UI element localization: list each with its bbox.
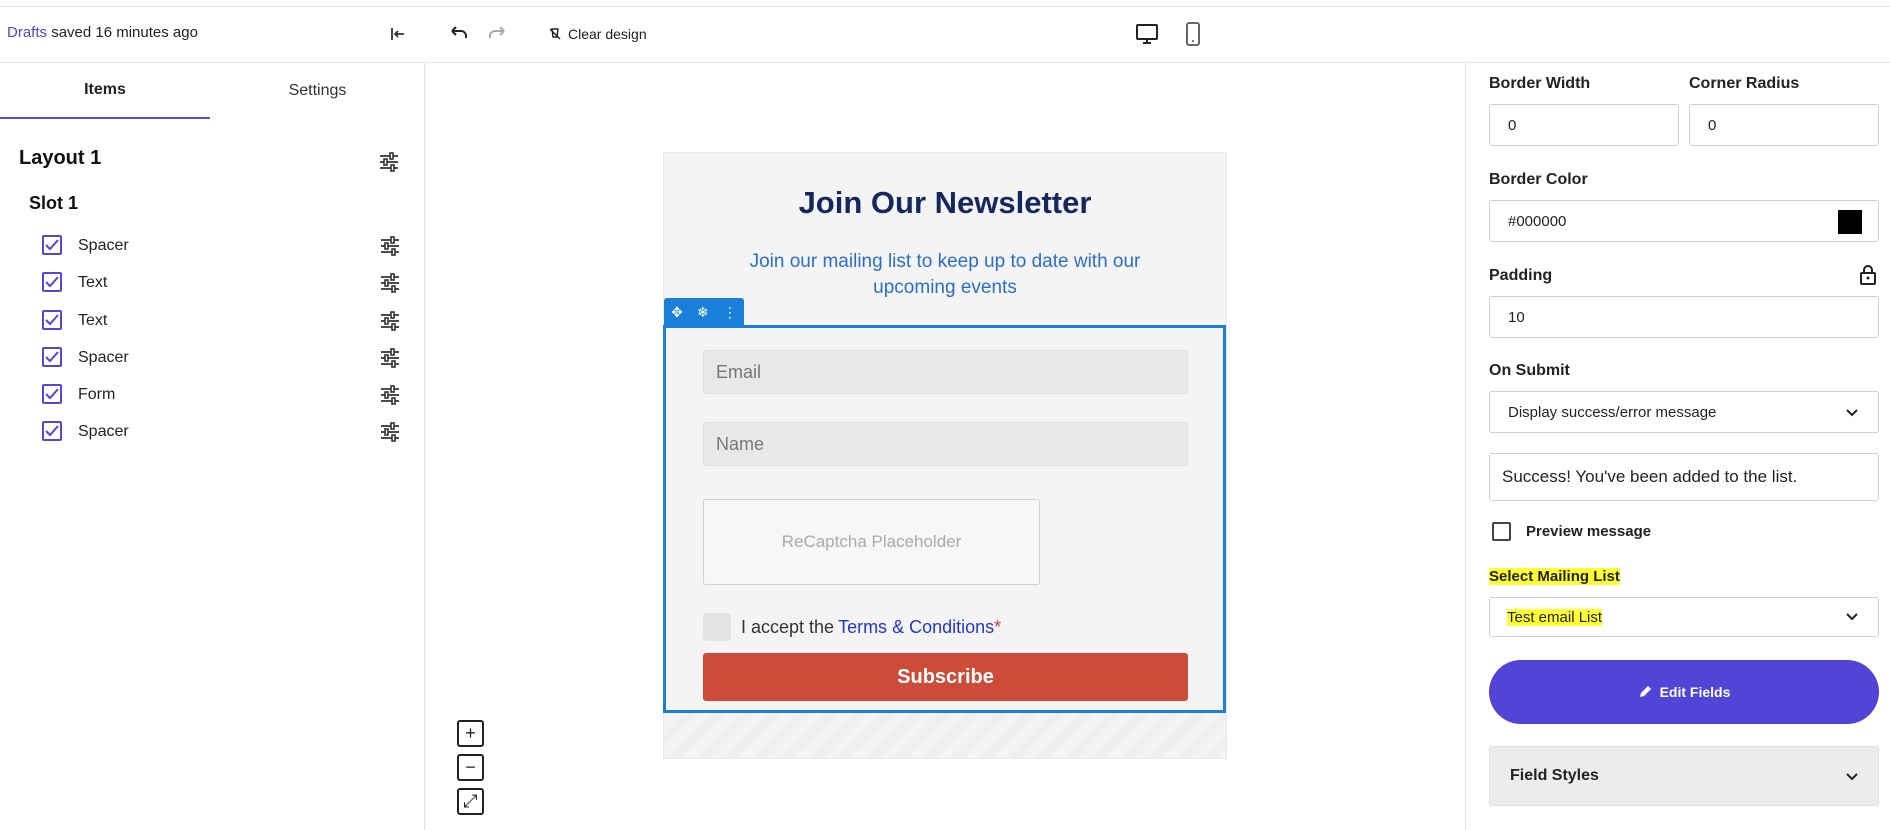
- checkbox-checked[interactable]: [42, 310, 62, 330]
- newsletter-header[interactable]: Join Our Newsletter Join our mailing lis…: [664, 153, 1226, 326]
- clear-design-label: Clear design: [568, 26, 647, 42]
- email-field[interactable]: Email: [703, 350, 1188, 394]
- edit-fields-label: Edit Fields: [1659, 684, 1731, 700]
- list-item[interactable]: Text: [42, 270, 412, 296]
- pencil-icon: [1639, 686, 1651, 697]
- clear-design-button[interactable]: Clear design: [548, 26, 647, 42]
- preview-checkbox[interactable]: [1492, 522, 1511, 541]
- saved-time-text: saved 16 minutes ago: [51, 24, 198, 41]
- corner-radius-label: Corner Radius: [1689, 75, 1800, 92]
- item-label: Text: [78, 274, 108, 291]
- move-icon[interactable]: ✥: [671, 304, 683, 321]
- item-settings-icon[interactable]: [379, 310, 401, 332]
- item-settings-icon[interactable]: [379, 347, 401, 369]
- redo-icon[interactable]: [485, 21, 511, 47]
- item-settings-icon[interactable]: [379, 384, 401, 406]
- sidebar-tabs: Items Settings: [0, 63, 424, 119]
- padding-label: Padding: [1489, 267, 1553, 284]
- mobile-view-icon[interactable]: [1180, 21, 1206, 47]
- on-submit-select[interactable]: Display success/error message: [1489, 391, 1879, 433]
- border-color-value: #000000: [1508, 213, 1567, 230]
- save-status: Drafts saved 16 minutes ago: [7, 24, 198, 41]
- item-settings-icon[interactable]: [379, 272, 401, 294]
- mailing-list-label: Select Mailing List: [1489, 568, 1620, 585]
- success-message-input[interactable]: Success! You've been added to the list.: [1489, 453, 1879, 501]
- list-item[interactable]: Spacer: [42, 419, 412, 445]
- slot-title: Slot 1: [29, 193, 79, 213]
- preview-message-label: Preview message: [1526, 523, 1652, 540]
- zoom-out-button[interactable]: −: [457, 754, 484, 781]
- chevron-down-icon: [1846, 773, 1858, 781]
- clear-design-icon: [549, 28, 561, 40]
- layout-title: Layout 1: [19, 147, 102, 169]
- border-width-label: Border Width: [1489, 75, 1591, 92]
- terms-checkbox[interactable]: [703, 613, 731, 641]
- subscribe-button[interactable]: Subscribe: [703, 653, 1188, 701]
- checkbox-checked[interactable]: [42, 347, 62, 367]
- zoom-in-button[interactable]: +: [457, 720, 484, 747]
- required-marker: *: [994, 616, 1002, 637]
- color-swatch[interactable]: [1838, 210, 1862, 234]
- edit-fields-button[interactable]: Edit Fields: [1489, 660, 1879, 724]
- tab-items[interactable]: Items: [0, 63, 210, 119]
- more-icon[interactable]: ⋮: [723, 304, 737, 321]
- properties-panel: Border Width Corner Radius 0 0 Border Co…: [1465, 63, 1890, 830]
- item-label: Form: [78, 386, 116, 403]
- field-styles-label: Field Styles: [1510, 767, 1599, 784]
- on-submit-value: Display success/error message: [1508, 404, 1717, 421]
- field-styles-accordion[interactable]: Field Styles: [1489, 746, 1879, 806]
- left-sidebar: Items Settings Layout 1 Slot 1 Spacer Te…: [0, 63, 425, 830]
- newsletter-title: Join Our Newsletter: [798, 185, 1092, 220]
- checkbox-checked[interactable]: [42, 421, 62, 441]
- list-item[interactable]: Spacer: [42, 233, 412, 259]
- item-label: Spacer: [78, 349, 129, 366]
- terms-prefix: I accept the: [741, 616, 835, 637]
- on-submit-label: On Submit: [1489, 362, 1570, 379]
- list-item[interactable]: Spacer: [42, 345, 412, 371]
- drafts-link[interactable]: Drafts: [7, 24, 47, 41]
- terms-link[interactable]: Terms & Conditions: [838, 617, 994, 637]
- recaptcha-placeholder: ReCaptcha Placeholder: [703, 499, 1040, 585]
- layout-settings-icon[interactable]: [378, 151, 400, 173]
- fit-screen-button[interactable]: ⤢: [457, 788, 484, 815]
- item-label: Spacer: [78, 423, 129, 440]
- collapse-sidebar-icon[interactable]: [385, 21, 411, 47]
- name-field[interactable]: Name: [703, 422, 1188, 466]
- checkbox-checked[interactable]: [42, 384, 62, 404]
- border-color-label: Border Color: [1489, 171, 1588, 188]
- tab-settings[interactable]: Settings: [210, 63, 425, 119]
- item-label: Spacer: [78, 237, 129, 254]
- chevron-down-icon: [1846, 409, 1858, 417]
- checkbox-checked[interactable]: [42, 235, 62, 255]
- border-width-input[interactable]: 0: [1489, 104, 1679, 146]
- terms-row: I accept the Terms & Conditions*: [703, 613, 1001, 641]
- list-item[interactable]: Text: [42, 308, 412, 334]
- settings-icon[interactable]: ❄: [697, 304, 709, 321]
- item-settings-icon[interactable]: [379, 421, 401, 443]
- padding-input[interactable]: 10: [1489, 296, 1879, 338]
- desktop-view-icon[interactable]: [1134, 21, 1160, 47]
- top-toolbar: Drafts saved 16 minutes ago Clear design: [0, 6, 1890, 63]
- newsletter-subtitle: Join our mailing list to keep up to date…: [749, 251, 1141, 298]
- checkbox-checked[interactable]: [42, 272, 62, 292]
- item-settings-icon[interactable]: [379, 235, 401, 257]
- mailing-list-value: Test email List: [1507, 609, 1603, 626]
- list-item[interactable]: Form: [42, 382, 412, 408]
- block-toolbar: ✥ ❄ ⋮: [664, 298, 744, 326]
- form-block[interactable]: Email Name ReCaptcha Placeholder I accep…: [663, 325, 1226, 713]
- mailing-list-select[interactable]: Test email List: [1489, 597, 1879, 637]
- chevron-down-icon: [1846, 613, 1858, 621]
- lock-icon[interactable]: [1859, 265, 1877, 290]
- undo-icon[interactable]: [445, 21, 471, 47]
- corner-radius-input[interactable]: 0: [1689, 104, 1879, 146]
- item-label: Text: [78, 312, 108, 329]
- border-color-input[interactable]: #000000: [1489, 200, 1879, 242]
